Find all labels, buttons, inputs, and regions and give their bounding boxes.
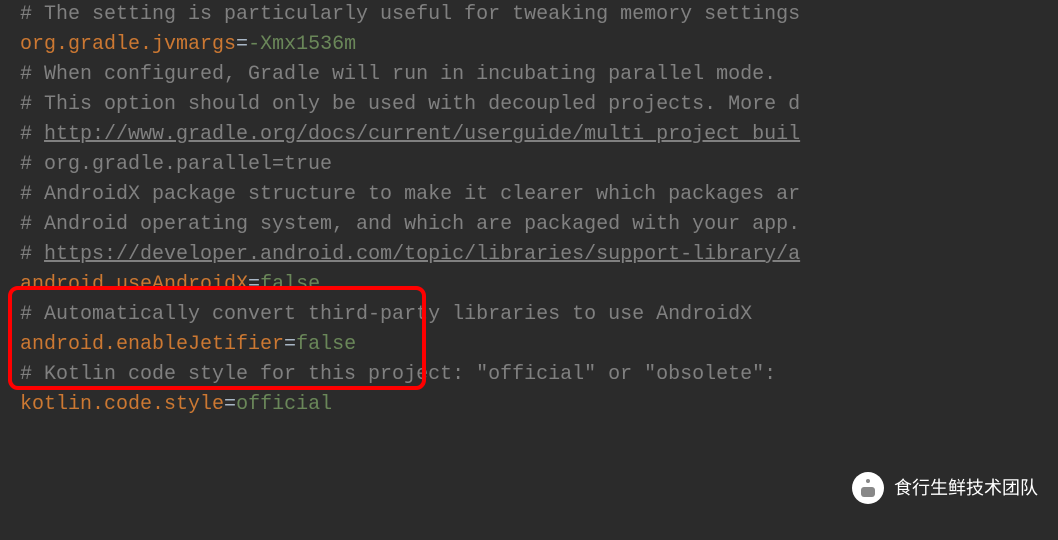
comment-text: # The setting is particularly useful for… bbox=[20, 0, 800, 30]
watermark: 食行生鲜技术团队 bbox=[852, 472, 1038, 504]
code-line: # AndroidX package structure to make it … bbox=[20, 180, 1038, 210]
property-value: official bbox=[236, 390, 332, 420]
watermark-text: 食行生鲜技术团队 bbox=[894, 475, 1038, 502]
comment-prefix: # bbox=[20, 240, 44, 270]
code-line: android.enableJetifier=false bbox=[20, 330, 1038, 360]
equals-sign: = bbox=[224, 390, 236, 420]
equals-sign: = bbox=[248, 270, 260, 300]
code-line: # Android operating system, and which ar… bbox=[20, 210, 1038, 240]
comment-text: # Kotlin code style for this project: "o… bbox=[20, 360, 776, 390]
code-line: # Kotlin code style for this project: "o… bbox=[20, 360, 1038, 390]
code-line: # The setting is particularly useful for… bbox=[20, 0, 1038, 30]
code-line: # org.gradle.parallel=true bbox=[20, 150, 1038, 180]
code-line: # https://developer.android.com/topic/li… bbox=[20, 240, 1038, 270]
property-key: android.enableJetifier bbox=[20, 330, 284, 360]
code-line: # http://www.gradle.org/docs/current/use… bbox=[20, 120, 1038, 150]
code-line: # When configured, Gradle will run in in… bbox=[20, 60, 1038, 90]
comment-text: # AndroidX package structure to make it … bbox=[20, 180, 800, 210]
url-link[interactable]: http://www.gradle.org/docs/current/userg… bbox=[44, 120, 800, 150]
property-value: false bbox=[260, 270, 320, 300]
property-key: org.gradle.jvmargs bbox=[20, 30, 236, 60]
property-key: kotlin.code.style bbox=[20, 390, 224, 420]
code-line: org.gradle.jvmargs=-Xmx1536m bbox=[20, 30, 1038, 60]
comment-text: # When configured, Gradle will run in in… bbox=[20, 60, 776, 90]
equals-sign: = bbox=[284, 330, 296, 360]
code-line: android.useAndroidX=false bbox=[20, 270, 1038, 300]
url-link[interactable]: https://developer.android.com/topic/libr… bbox=[44, 240, 800, 270]
comment-text: # Automatically convert third-party libr… bbox=[20, 300, 752, 330]
code-line: kotlin.code.style=official bbox=[20, 390, 1038, 420]
code-line: # This option should only be used with d… bbox=[20, 90, 1038, 120]
property-key: android.useAndroidX bbox=[20, 270, 248, 300]
equals-sign: = bbox=[236, 30, 248, 60]
comment-text: # This option should only be used with d… bbox=[20, 90, 800, 120]
comment-text: # org.gradle.parallel=true bbox=[20, 150, 332, 180]
code-line: # Automatically convert third-party libr… bbox=[20, 300, 1038, 330]
property-value: -Xmx1536m bbox=[248, 30, 356, 60]
wechat-icon bbox=[852, 472, 884, 504]
comment-prefix: # bbox=[20, 120, 44, 150]
comment-text: # Android operating system, and which ar… bbox=[20, 210, 800, 240]
property-value: false bbox=[296, 330, 356, 360]
code-editor[interactable]: # The setting is particularly useful for… bbox=[0, 0, 1058, 420]
